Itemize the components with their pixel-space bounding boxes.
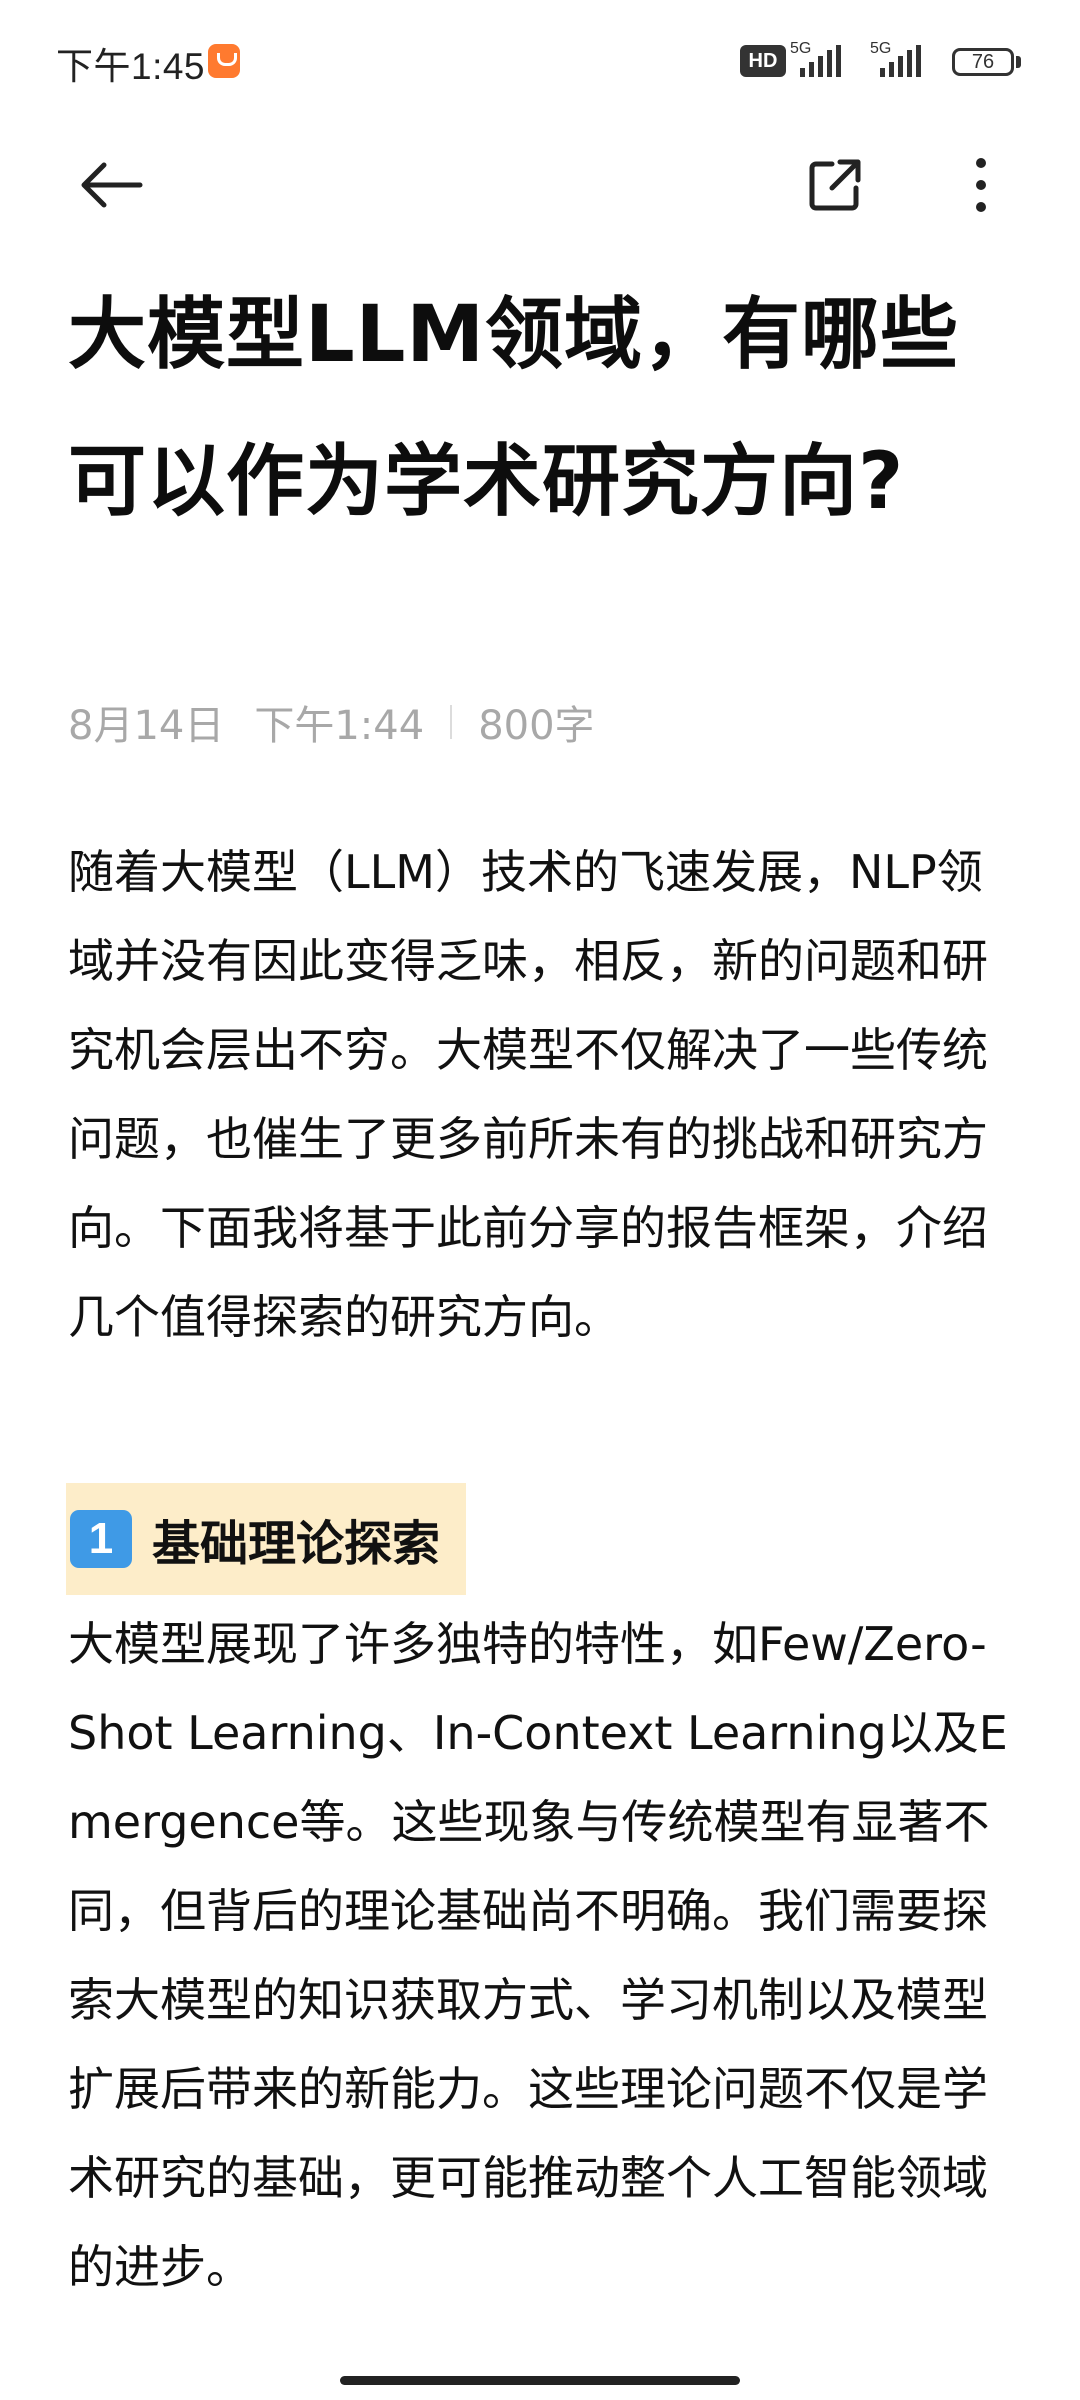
status-bar: 下午1:45 HD 5G 5G 76 (0, 0, 1080, 120)
battery-icon: 76 (952, 48, 1014, 76)
article-title: 大模型LLM领域，有哪些可以作为学术研究方向? (68, 290, 960, 527)
signal-strength-icon (800, 45, 841, 77)
share-button[interactable] (790, 140, 880, 230)
word-count: 800字 (478, 703, 595, 749)
article-time: 下午1:44 (254, 703, 425, 749)
article-meta: 8月14日 下午1:44 800字 (68, 693, 595, 751)
arrow-left-icon (81, 162, 143, 208)
article-date: 8月14日 (68, 703, 225, 749)
top-toolbar (0, 130, 1080, 240)
meta-divider (450, 705, 453, 739)
hd-voice-icon: HD (740, 45, 786, 77)
home-indicator[interactable] (340, 2376, 740, 2385)
section-heading-text: 基础理论探索 (152, 1516, 441, 1572)
more-vertical-icon (976, 158, 986, 212)
article-paragraph: 大模型展现了许多独特的特性，如Few/Zero-Shot Learning、In… (68, 1617, 1008, 2294)
section-heading: 1 基础理论探索 (66, 1483, 466, 1595)
battery-cap (1016, 56, 1021, 68)
status-time: 下午1:45 (56, 46, 206, 87)
article-paragraph: 随着大模型（LLM）技术的飞速发展，NLP领域并没有因此变得乏味，相反，新的问题… (68, 845, 988, 1344)
share-external-icon (809, 159, 861, 211)
notification-app-icon (208, 44, 240, 78)
more-options-button[interactable] (936, 140, 1026, 230)
signal-strength-icon (880, 45, 921, 77)
back-button[interactable] (66, 140, 156, 230)
keycap-number-icon: 1 (70, 1510, 132, 1568)
